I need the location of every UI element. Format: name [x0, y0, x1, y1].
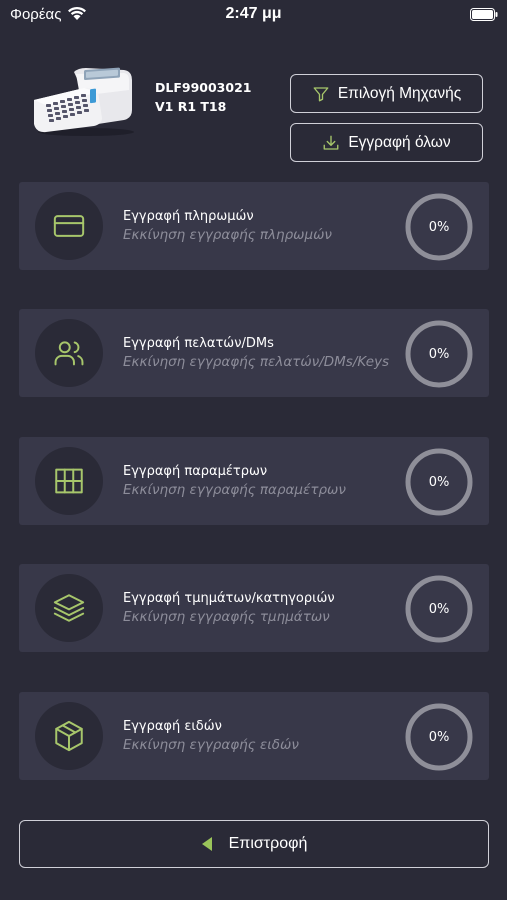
filter-icon — [313, 86, 329, 101]
card-icon-circle — [35, 192, 103, 260]
card-title: Εγγραφή παραμέτρων — [123, 464, 268, 479]
card-title: Εγγραφή τμημάτων/κατηγοριών — [123, 591, 335, 606]
card-title: Εγγραφή πληρωμών — [123, 209, 254, 224]
task-card-items[interactable]: Εγγραφή ειδών Εκκίνηση εγγραφής ειδών 0% — [19, 692, 489, 780]
users-icon — [54, 341, 84, 366]
status-time: 2:47 μμ — [225, 5, 282, 22]
card-subtitle: Εκκίνηση εγγραφής τμημάτων — [123, 609, 330, 625]
credit-card-icon — [53, 215, 85, 237]
status-bar: Φορέας 2:47 μμ — [0, 0, 507, 30]
progress-value: 0% — [428, 474, 450, 490]
card-subtitle: Εκκίνηση εγγραφής πληρωμών — [123, 227, 332, 243]
card-title: Εγγραφή ειδών — [123, 719, 222, 734]
write-all-label: Εγγραφή όλων — [348, 133, 451, 151]
write-all-button[interactable]: Εγγραφή όλων — [290, 123, 483, 162]
cash-register-image — [34, 67, 134, 136]
battery-icon — [470, 8, 498, 21]
device-info: DLF99003021 V1 R1 T18 — [155, 78, 251, 116]
card-subtitle: Εκκίνηση εγγραφής παραμέτρων — [123, 482, 346, 498]
task-card-departments[interactable]: Εγγραφή τμημάτων/κατηγοριών Εκκίνηση εγγ… — [19, 564, 489, 652]
device-serial: DLF99003021 — [155, 80, 252, 95]
card-icon-circle — [35, 702, 103, 770]
grid-icon — [55, 468, 83, 494]
select-machine-label: Επιλογή Μηχανής — [337, 84, 462, 102]
task-card-customers[interactable]: Εγγραφή πελατών/DMs Εκκίνηση εγγραφής πε… — [19, 309, 489, 397]
task-card-parameters[interactable]: Εγγραφή παραμέτρων Εκκίνηση εγγραφής παρ… — [19, 437, 489, 525]
progress-value: 0% — [428, 601, 450, 617]
card-icon-circle — [35, 447, 103, 515]
card-icon-circle — [35, 574, 103, 642]
back-button[interactable]: Επιστροφή — [19, 820, 489, 868]
card-subtitle: Εκκίνηση εγγραφής ειδών — [123, 737, 299, 753]
card-subtitle: Εκκίνηση εγγραφής πελατών/DMs/Keys — [123, 354, 390, 370]
back-arrow-icon — [201, 837, 212, 851]
layers-icon — [53, 594, 85, 622]
progress-value: 0% — [428, 729, 450, 745]
box-icon — [55, 720, 83, 752]
task-card-payments[interactable]: Εγγραφή πληρωμών Εκκίνηση εγγραφής πληρω… — [19, 182, 489, 270]
select-machine-button[interactable]: Επιλογή Μηχανής — [290, 74, 483, 113]
card-title: Εγγραφή πελατών/DMs — [123, 336, 274, 351]
card-icon-circle — [35, 319, 103, 387]
progress-value: 0% — [428, 346, 450, 362]
download-icon — [323, 135, 339, 150]
progress-value: 0% — [428, 219, 450, 235]
device-version: V1 R1 T18 — [155, 99, 227, 114]
back-label: Επιστροφή — [228, 835, 308, 852]
